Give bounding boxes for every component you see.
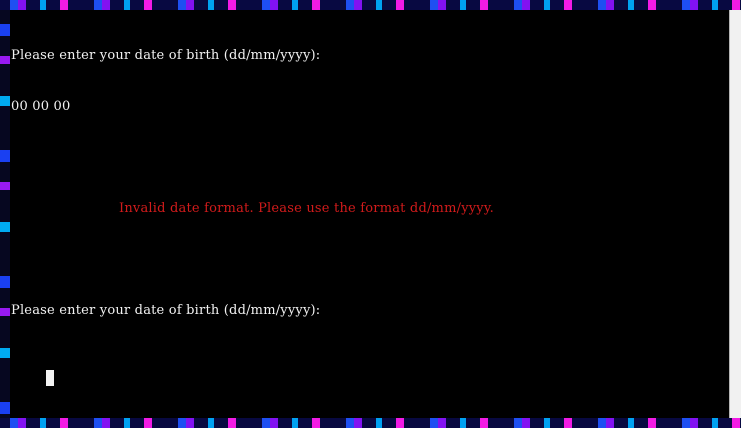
terminal-window[interactable]: Please enter your date of birth (dd/mm/y… <box>10 10 729 418</box>
prompt-line-2: Please enter your date of birth (dd/mm/y… <box>11 303 321 318</box>
prompt-line-1: Please enter your date of birth (dd/mm/y… <box>11 48 321 63</box>
background-pixel-strip-top <box>0 0 741 10</box>
user-input-line: 00 00 00 <box>11 99 71 114</box>
background-pixel-strip-left <box>0 10 10 418</box>
error-message: Invalid date format. Please use the form… <box>119 201 494 216</box>
input-cursor-line[interactable] <box>11 353 729 386</box>
background-pixel-strip-bottom <box>0 418 741 428</box>
terminal-output[interactable]: Please enter your date of birth (dd/mm/y… <box>10 13 729 418</box>
blank-line-1 <box>11 149 729 166</box>
text-cursor[interactable] <box>45 370 54 386</box>
screen: Please enter your date of birth (dd/mm/y… <box>0 0 741 428</box>
scrollbar-track[interactable] <box>731 14 739 414</box>
vertical-scrollbar[interactable] <box>729 10 741 418</box>
blank-line-2 <box>11 251 729 268</box>
